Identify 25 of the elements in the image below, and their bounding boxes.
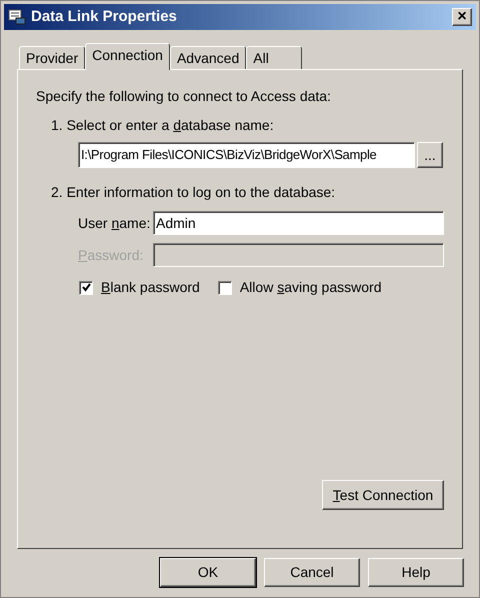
tab[interactable]: Provider xyxy=(19,46,86,69)
window-title: Data Link Properties xyxy=(31,6,178,27)
tab[interactable]: Connection xyxy=(85,43,170,70)
tab[interactable]: All xyxy=(246,46,302,69)
browse-button[interactable]: ... xyxy=(417,142,443,168)
database-field[interactable]: I:\Program Files\ICONICS\BizViz\BridgeWorX\Sample xyxy=(78,142,415,168)
window-icon xyxy=(8,9,26,25)
intro-text: Specify the following to connect to Access data: xyxy=(36,87,332,106)
checkbox-label: Blank password xyxy=(101,278,200,297)
checkbox-option[interactable]: Allow saving password xyxy=(218,277,382,298)
field-label: User name: xyxy=(78,214,150,232)
dialog-button[interactable]: OK xyxy=(160,558,256,587)
check-icon xyxy=(82,283,90,292)
close-button[interactable]: × xyxy=(452,8,472,26)
checkbox[interactable] xyxy=(79,280,93,294)
step-label: 2. Enter information to log on to the database: xyxy=(51,183,336,202)
step-label: 1. Select or enter a database name: xyxy=(51,116,275,135)
test-connection-button[interactable]: Test Connection xyxy=(322,480,444,510)
dialog-button[interactable]: Help xyxy=(368,558,464,587)
checkbox-label: Allow saving password xyxy=(240,278,382,297)
dialog-button[interactable]: Cancel xyxy=(264,558,360,587)
checkbox-option[interactable]: Blank password xyxy=(79,277,200,298)
user-name-field[interactable]: Admin xyxy=(153,211,444,235)
tab[interactable]: Advanced xyxy=(170,46,246,69)
checkbox[interactable] xyxy=(218,280,232,294)
